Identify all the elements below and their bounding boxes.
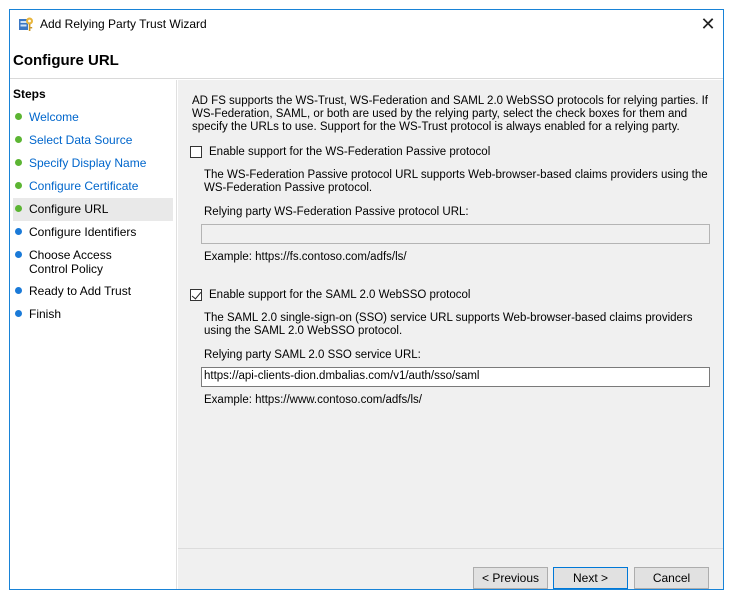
steps-sidebar: Steps Welcome Select Data Source Specify… — [10, 80, 177, 589]
wsfed-checkbox-label[interactable]: Enable support for the WS-Federation Pas… — [209, 146, 490, 159]
close-icon: ✕ — [700, 13, 716, 34]
wsfed-description: The WS-Federation Passive protocol URL s… — [204, 169, 708, 194]
main-panel: AD FS supports the WS-Trust, WS-Federati… — [178, 80, 723, 589]
wsfed-checkbox[interactable] — [190, 146, 202, 158]
wizard-window: Add Relying Party Trust Wizard ✕ Configu… — [9, 9, 724, 590]
step-welcome[interactable]: Welcome — [13, 109, 173, 125]
footer-divider — [178, 548, 723, 549]
window-title: Add Relying Party Trust Wizard — [40, 17, 207, 31]
next-button[interactable]: Next > — [553, 567, 628, 589]
intro-text: AD FS supports the WS-Trust, WS-Federati… — [192, 95, 708, 133]
close-button[interactable]: ✕ — [693, 10, 723, 38]
step-finish: Finish — [13, 306, 173, 322]
page-title: Configure URL — [13, 52, 119, 69]
steps-title: Steps — [13, 87, 46, 101]
step-configure-certificate[interactable]: Configure Certificate — [13, 178, 173, 194]
step-status-icon — [15, 182, 22, 189]
cancel-button[interactable]: Cancel — [634, 567, 709, 589]
saml-description: The SAML 2.0 single-sign-on (SSO) servic… — [204, 312, 693, 337]
saml-example: Example: https://www.contoso.com/adfs/ls… — [204, 394, 422, 406]
previous-button[interactable]: < Previous — [473, 567, 548, 589]
saml-checkbox[interactable] — [190, 289, 202, 301]
step-configure-url: Configure URL — [13, 198, 173, 221]
step-ready-to-add-trust: Ready to Add Trust — [13, 283, 173, 299]
page-header: Configure URL — [10, 40, 723, 79]
step-choose-access-control-policy: Choose Access Control Policy — [13, 247, 173, 277]
step-status-icon — [15, 287, 22, 294]
saml-url-input[interactable]: https://api-clients-dion.dmbalias.com/v1… — [201, 367, 710, 387]
step-status-icon — [15, 159, 22, 166]
step-status-icon — [15, 113, 22, 120]
step-select-data-source[interactable]: Select Data Source — [13, 132, 173, 148]
wsfed-url-input[interactable] — [201, 224, 710, 244]
step-status-icon — [15, 251, 22, 258]
step-configure-identifiers: Configure Identifiers — [13, 224, 173, 240]
wsfed-example: Example: https://fs.contoso.com/adfs/ls/ — [204, 251, 407, 263]
step-specify-display-name[interactable]: Specify Display Name — [13, 155, 173, 171]
saml-checkbox-label[interactable]: Enable support for the SAML 2.0 WebSSO p… — [209, 289, 470, 302]
step-status-icon — [15, 205, 22, 212]
title-bar: Add Relying Party Trust Wizard ✕ — [10, 10, 723, 40]
trust-wizard-icon — [19, 17, 33, 31]
step-status-icon — [15, 136, 22, 143]
step-status-icon — [15, 228, 22, 235]
saml-url-label: Relying party SAML 2.0 SSO service URL: — [204, 349, 421, 361]
step-status-icon — [15, 310, 22, 317]
wsfed-url-label: Relying party WS-Federation Passive prot… — [204, 206, 469, 218]
